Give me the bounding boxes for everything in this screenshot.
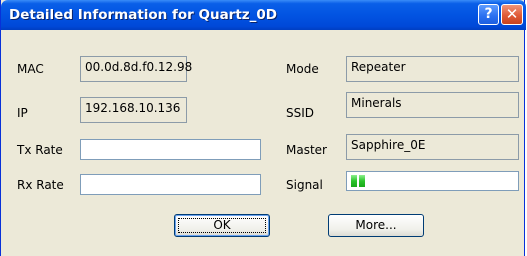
dialog-title: Detailed Information for Quartz_0D — [9, 7, 278, 23]
tx-rate-field[interactable] — [80, 139, 261, 160]
focus-rect — [178, 218, 266, 233]
more-button-label: More... — [355, 218, 397, 232]
detail-dialog: Detailed Information for Quartz_0D ? ✕ M… — [0, 0, 526, 256]
signal-track — [349, 174, 516, 188]
rx-rate-label: Rx Rate — [17, 178, 64, 192]
ip-label: IP — [17, 106, 28, 120]
mode-value-field: Repeater — [346, 56, 519, 82]
signal-fill — [351, 175, 365, 187]
signal-strength-bar — [346, 171, 519, 191]
mode-label: Mode — [286, 62, 319, 76]
ssid-value-field: Minerals — [346, 92, 519, 118]
tx-rate-label: Tx Rate — [17, 143, 63, 157]
more-button[interactable]: More... — [328, 214, 424, 237]
signal-segment — [351, 175, 357, 187]
signal-segment — [359, 175, 365, 187]
mac-label: MAC — [17, 62, 44, 76]
master-label: Master — [286, 143, 327, 157]
ssid-label: SSID — [286, 106, 315, 120]
close-button[interactable]: ✕ — [501, 4, 523, 25]
master-value-field: Sapphire_0E — [346, 134, 519, 160]
signal-label: Signal — [286, 178, 323, 192]
ip-value-field: 192.168.10.136 — [80, 97, 187, 123]
rx-rate-field[interactable] — [80, 174, 261, 195]
help-button[interactable]: ? — [478, 4, 499, 25]
title-bar[interactable]: Detailed Information for Quartz_0D ? ✕ — [1, 0, 526, 30]
mac-value-field: 00.0d.8d.f0.12.98 — [80, 56, 192, 82]
ok-button[interactable]: OK — [174, 214, 270, 237]
